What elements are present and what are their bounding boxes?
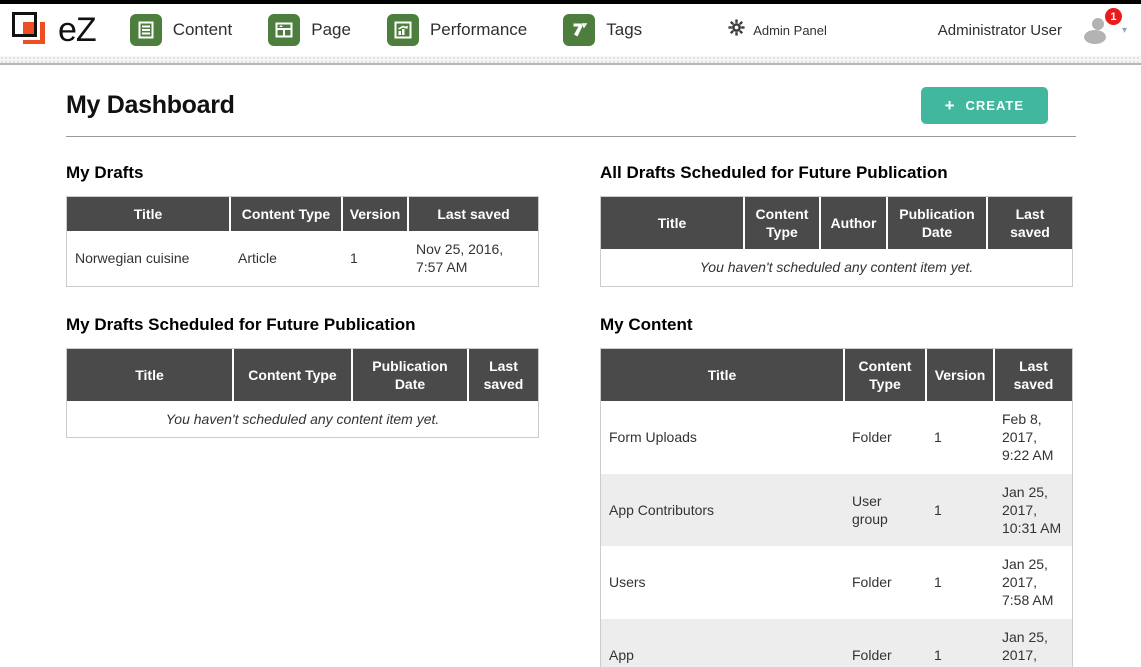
user-name: Administrator User	[938, 22, 1062, 39]
dashboard-grid: My Drafts Title Content Type Version Las…	[66, 163, 1076, 667]
admin-panel-label: Admin Panel	[753, 23, 827, 38]
my-drafts-heading: My Drafts	[66, 163, 539, 183]
my-drafts-scheduled-table: Title Content Type Publication Date Last…	[67, 349, 538, 438]
cell-last-saved: Jan 25, 2017, 7:58 AM	[994, 546, 1072, 619]
table-row[interactable]: Users Folder 1 Jan 25, 2017, 7:58 AM	[601, 546, 1072, 619]
cell-version: 1	[926, 474, 994, 547]
cell-title: Norwegian cuisine	[67, 231, 230, 285]
ez-logo-text: eZ	[58, 11, 96, 50]
gear-icon	[728, 19, 745, 41]
empty-state-row: You haven't scheduled any content item y…	[67, 401, 538, 437]
cell-version: 1	[926, 401, 994, 474]
cell-version: 1	[926, 619, 994, 667]
top-navigation-bar: eZ Content Page Performance Tags	[0, 4, 1141, 56]
cell-title: App	[601, 619, 844, 667]
column-header: Content Type	[844, 349, 926, 401]
cell-last-saved: Jan 25, 2017, 10:31 AM	[994, 474, 1072, 547]
all-drafts-scheduled-heading: All Drafts Scheduled for Future Publicat…	[600, 163, 1073, 183]
table-row[interactable]: App Folder 1 Jan 25, 2017, 7:55 AM	[601, 619, 1072, 667]
column-header: Title	[601, 197, 744, 249]
section-my-content: My Content Title Content Type Version La…	[600, 315, 1073, 667]
column-header: Content Type	[230, 197, 342, 231]
cell-content-type: Folder	[844, 619, 926, 667]
cell-version: 1	[926, 546, 994, 619]
empty-state-row: You haven't scheduled any content item y…	[601, 249, 1072, 285]
column-header: Title	[67, 349, 233, 401]
cell-title: Form Uploads	[601, 401, 844, 474]
cell-content-type: User group	[844, 474, 926, 547]
section-my-drafts: My Drafts Title Content Type Version Las…	[66, 163, 539, 287]
nav-label-tags: Tags	[606, 20, 642, 40]
column-header: Last saved	[987, 197, 1072, 249]
empty-state-message: You haven't scheduled any content item y…	[601, 249, 1072, 285]
section-my-drafts-scheduled: My Drafts Scheduled for Future Publicati…	[66, 315, 539, 439]
cell-content-type: Folder	[844, 546, 926, 619]
nav-label-performance: Performance	[430, 20, 527, 40]
column-header: Content Type	[233, 349, 352, 401]
admin-panel-menu[interactable]: Admin Panel	[728, 19, 827, 41]
table-row[interactable]: Norwegian cuisine Article 1 Nov 25, 2016…	[67, 231, 538, 285]
column-header: Last saved	[468, 349, 538, 401]
column-header: Title	[601, 349, 844, 401]
header-separator	[0, 56, 1141, 65]
cell-version: 1	[342, 231, 408, 285]
column-header: Author	[820, 197, 887, 249]
table-row[interactable]: Form Uploads Folder 1 Feb 8, 2017, 9:22 …	[601, 401, 1072, 474]
my-content-table: Title Content Type Version Last saved Fo…	[601, 349, 1072, 667]
column-header: Title	[67, 197, 230, 231]
ez-logo-mark-icon	[10, 10, 54, 50]
notification-badge: 1	[1105, 8, 1122, 25]
avatar[interactable]: 1	[1078, 15, 1114, 45]
nav-item-content[interactable]: Content	[130, 14, 233, 46]
nav-item-performance[interactable]: Performance	[387, 14, 527, 46]
my-drafts-scheduled-heading: My Drafts Scheduled for Future Publicati…	[66, 315, 539, 335]
main-nav: Content Page Performance Tags	[130, 14, 643, 46]
nav-item-tags[interactable]: Tags	[563, 14, 642, 46]
title-row: My Dashboard + CREATE	[66, 87, 1076, 137]
ez-logo[interactable]: eZ	[10, 10, 96, 50]
column-header: Last saved	[408, 197, 538, 231]
page-title: My Dashboard	[66, 91, 235, 120]
cell-last-saved: Feb 8, 2017, 9:22 AM	[994, 401, 1072, 474]
column-header: Publication Date	[352, 349, 468, 401]
column-header: Last saved	[994, 349, 1072, 401]
cell-title: App Contributors	[601, 474, 844, 547]
column-header: Version	[342, 197, 408, 231]
my-drafts-table: Title Content Type Version Last saved No…	[67, 197, 538, 286]
column-header: Content Type	[744, 197, 820, 249]
my-content-heading: My Content	[600, 315, 1073, 335]
all-drafts-scheduled-table: Title Content Type Author Publication Da…	[601, 197, 1072, 286]
cell-title: Users	[601, 546, 844, 619]
create-button-label: CREATE	[966, 98, 1024, 113]
nav-label-content: Content	[173, 20, 233, 40]
cell-last-saved: Jan 25, 2017, 7:55 AM	[994, 619, 1072, 667]
content-icon	[130, 14, 162, 46]
nav-item-page[interactable]: Page	[268, 14, 351, 46]
table-row[interactable]: App Contributors User group 1 Jan 25, 20…	[601, 474, 1072, 547]
chevron-down-icon[interactable]: ▾	[1122, 25, 1127, 36]
nav-label-page: Page	[311, 20, 351, 40]
dashboard-main: My Dashboard + CREATE My Drafts Title Co…	[0, 65, 1141, 667]
cell-content-type: Article	[230, 231, 342, 285]
column-header: Version	[926, 349, 994, 401]
column-header: Publication Date	[887, 197, 987, 249]
section-all-drafts-scheduled: All Drafts Scheduled for Future Publicat…	[600, 163, 1073, 287]
cell-last-saved: Nov 25, 2016, 7:57 AM	[408, 231, 538, 285]
cell-content-type: Folder	[844, 401, 926, 474]
page-icon	[268, 14, 300, 46]
tags-icon	[563, 14, 595, 46]
user-menu[interactable]: Administrator User 1 ▾	[938, 15, 1127, 45]
create-button[interactable]: + CREATE	[921, 87, 1048, 124]
plus-icon: +	[945, 97, 956, 114]
performance-icon	[387, 14, 419, 46]
empty-state-message: You haven't scheduled any content item y…	[67, 401, 538, 437]
